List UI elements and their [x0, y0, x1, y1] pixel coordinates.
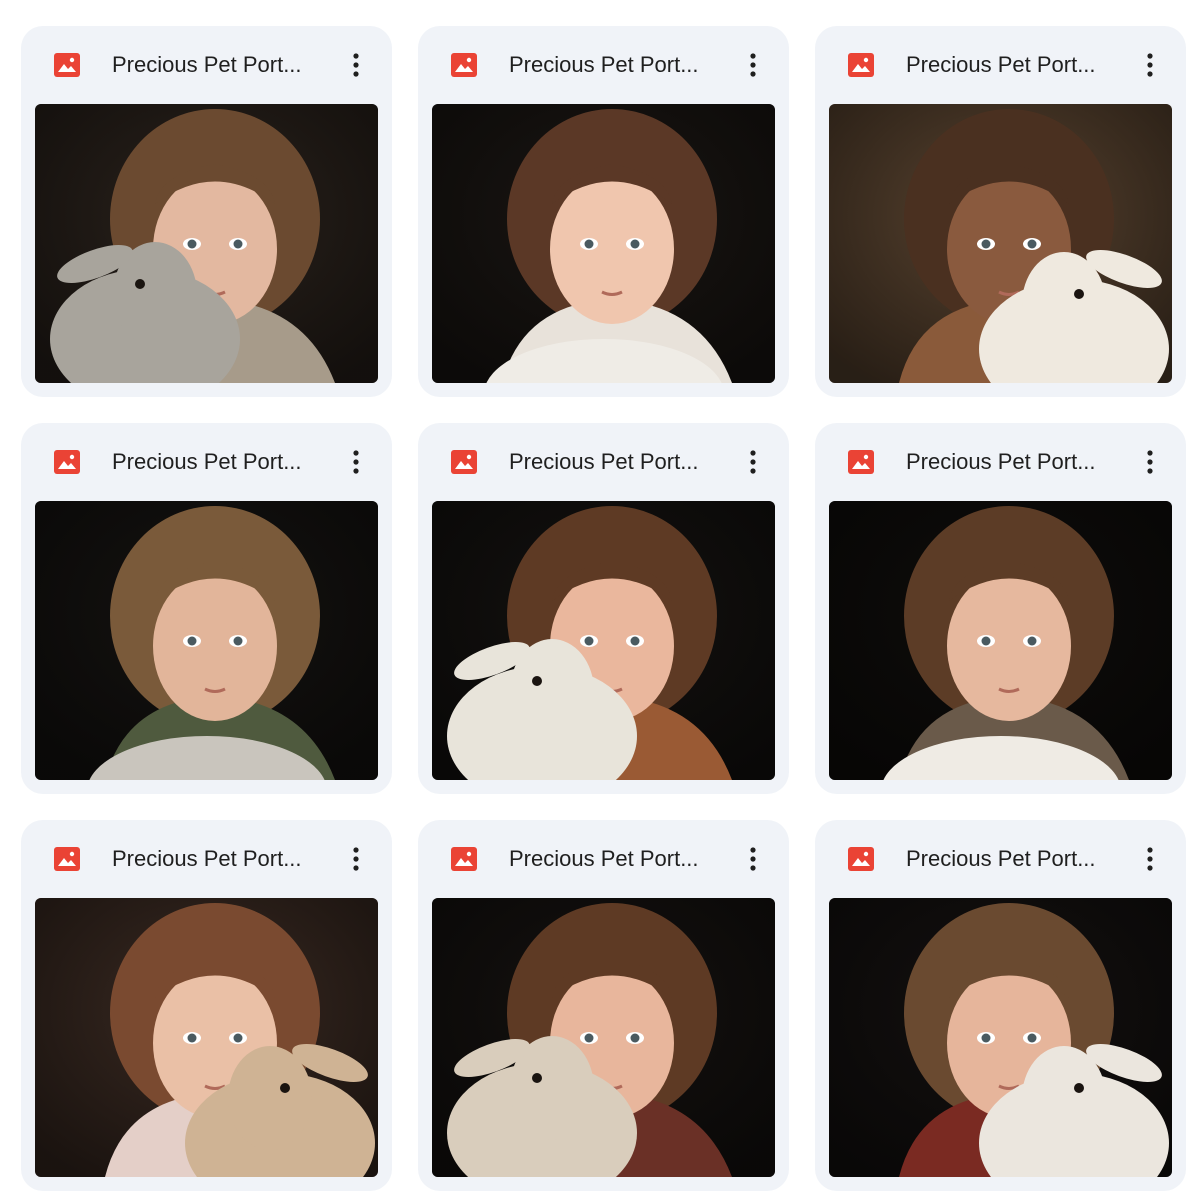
file-card[interactable]: Precious Pet Port...: [21, 26, 392, 397]
file-grid: Precious Pet Port... Precious Pet Port..…: [21, 26, 1186, 1191]
file-card[interactable]: Precious Pet Port...: [815, 423, 1186, 794]
file-thumbnail[interactable]: [432, 898, 775, 1177]
file-title[interactable]: Precious Pet Port...: [509, 52, 724, 78]
more-vert-icon: [1147, 53, 1153, 77]
portrait-illustration: [35, 104, 378, 383]
file-thumbnail[interactable]: [35, 898, 378, 1177]
file-card-header: Precious Pet Port...: [21, 26, 392, 104]
file-card-header: Precious Pet Port...: [21, 423, 392, 501]
file-thumbnail[interactable]: [432, 501, 775, 780]
file-card-header: Precious Pet Port...: [21, 820, 392, 898]
file-card-header: Precious Pet Port...: [418, 820, 789, 898]
face: [550, 174, 674, 324]
portrait-illustration: [432, 501, 775, 780]
file-card-header: Precious Pet Port...: [418, 423, 789, 501]
file-thumbnail[interactable]: [829, 501, 1172, 780]
file-title[interactable]: Precious Pet Port...: [906, 449, 1121, 475]
file-thumbnail[interactable]: [432, 104, 775, 383]
image-file-icon: [54, 847, 80, 871]
more-vert-icon: [750, 53, 756, 77]
file-card-header: Precious Pet Port...: [815, 820, 1186, 898]
more-vert-icon: [750, 450, 756, 474]
file-thumbnail[interactable]: [35, 501, 378, 780]
file-thumbnail[interactable]: [829, 898, 1172, 1177]
file-card-header: Precious Pet Port...: [815, 26, 1186, 104]
file-title[interactable]: Precious Pet Port...: [112, 846, 327, 872]
more-options-button[interactable]: [738, 50, 768, 80]
portrait-illustration: [432, 898, 775, 1177]
face: [947, 571, 1071, 721]
image-file-icon: [848, 450, 874, 474]
image-file-icon: [848, 53, 874, 77]
file-card[interactable]: Precious Pet Port...: [418, 423, 789, 794]
image-file-icon: [54, 53, 80, 77]
image-file-icon: [451, 450, 477, 474]
file-card[interactable]: Precious Pet Port...: [21, 820, 392, 1191]
file-card[interactable]: Precious Pet Port...: [21, 423, 392, 794]
portrait-illustration: [829, 501, 1172, 780]
more-options-button[interactable]: [341, 50, 371, 80]
file-title[interactable]: Precious Pet Port...: [112, 449, 327, 475]
file-title[interactable]: Precious Pet Port...: [509, 846, 724, 872]
more-options-button[interactable]: [1135, 447, 1165, 477]
more-options-button[interactable]: [738, 844, 768, 874]
file-thumbnail[interactable]: [829, 104, 1172, 383]
file-thumbnail[interactable]: [35, 104, 378, 383]
file-title[interactable]: Precious Pet Port...: [112, 52, 327, 78]
file-title[interactable]: Precious Pet Port...: [906, 846, 1121, 872]
portrait-illustration: [829, 104, 1172, 383]
file-title[interactable]: Precious Pet Port...: [906, 52, 1121, 78]
image-file-icon: [451, 847, 477, 871]
image-file-icon: [848, 847, 874, 871]
face: [153, 571, 277, 721]
more-options-button[interactable]: [1135, 50, 1165, 80]
more-vert-icon: [1147, 847, 1153, 871]
file-card[interactable]: Precious Pet Port...: [815, 820, 1186, 1191]
more-vert-icon: [353, 847, 359, 871]
more-vert-icon: [353, 450, 359, 474]
portrait-illustration: [35, 501, 378, 780]
file-title[interactable]: Precious Pet Port...: [509, 449, 724, 475]
file-card[interactable]: Precious Pet Port...: [418, 26, 789, 397]
image-file-icon: [54, 450, 80, 474]
more-vert-icon: [1147, 450, 1153, 474]
more-vert-icon: [353, 53, 359, 77]
more-options-button[interactable]: [341, 844, 371, 874]
portrait-illustration: [829, 898, 1172, 1177]
image-file-icon: [451, 53, 477, 77]
file-card[interactable]: Precious Pet Port...: [418, 820, 789, 1191]
file-card-header: Precious Pet Port...: [418, 26, 789, 104]
more-options-button[interactable]: [1135, 844, 1165, 874]
more-vert-icon: [750, 847, 756, 871]
portrait-illustration: [432, 104, 775, 383]
more-options-button[interactable]: [738, 447, 768, 477]
portrait-illustration: [35, 898, 378, 1177]
file-card[interactable]: Precious Pet Port...: [815, 26, 1186, 397]
file-card-header: Precious Pet Port...: [815, 423, 1186, 501]
more-options-button[interactable]: [341, 447, 371, 477]
